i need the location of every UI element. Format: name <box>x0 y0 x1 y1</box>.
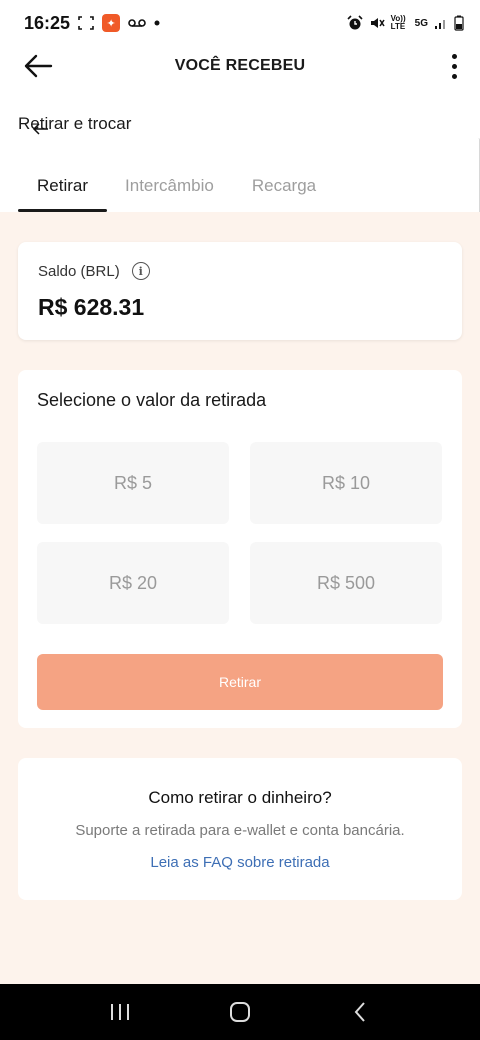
tab-bar: Retirar Intercâmbio Recarga <box>0 160 480 212</box>
page-title: VOCÊ RECEBEU <box>174 57 306 74</box>
amount-option-500[interactable]: R$ 500 <box>250 542 442 624</box>
status-bar: 16:25 ✦ Vo)) LTE 5G <box>0 0 480 46</box>
mute-icon <box>369 15 385 31</box>
volte-label: Vo)) LTE <box>390 14 406 31</box>
chevron-left-icon <box>354 1002 365 1022</box>
amount-option-20[interactable]: R$ 20 <box>37 542 229 624</box>
help-card: Como retirar o dinheiro? Suporte a retir… <box>18 758 462 900</box>
system-nav-bar <box>0 984 480 1040</box>
withdraw-title: Selecione o valor da retirada <box>37 390 267 410</box>
status-right: Vo)) LTE 5G <box>347 15 464 31</box>
voicemail-icon <box>128 18 146 28</box>
app-header: VOCÊ RECEBEU <box>0 46 480 86</box>
subheader: Retirar e trocar <box>18 110 131 138</box>
withdraw-card: Selecione o valor da retirada R$ 5 R$ 10… <box>18 370 462 728</box>
tab-intercambio[interactable]: Intercâmbio <box>125 160 214 212</box>
more-notifications-icon <box>154 20 160 26</box>
screenshot-icon <box>78 16 94 30</box>
more-dot-icon <box>451 73 457 79</box>
app-notification-icon: ✦ <box>102 14 121 32</box>
help-description: Suporte a retirada para e-wallet e conta… <box>75 822 405 839</box>
back-button[interactable] <box>20 50 56 82</box>
balance-label-row: Saldo (BRL) i <box>38 262 150 280</box>
more-dot-icon <box>451 53 457 59</box>
battery-icon <box>454 15 464 31</box>
tab-recarga[interactable]: Recarga <box>252 160 316 212</box>
tab-retirar[interactable]: Retirar <box>18 160 108 212</box>
balance-card: Saldo (BRL) i R$ 628.31 <box>18 242 462 340</box>
arrow-left-icon <box>24 54 53 78</box>
amount-option-5[interactable]: R$ 5 <box>37 442 229 524</box>
balance-label: Saldo (BRL) <box>38 262 120 280</box>
status-left: 16:25 ✦ <box>24 13 160 34</box>
signal-icon <box>434 16 448 30</box>
amount-option-10[interactable]: R$ 10 <box>250 442 442 524</box>
inner-back-icon[interactable] <box>32 122 50 136</box>
more-dot-icon <box>451 63 457 69</box>
alarm-icon <box>347 15 363 31</box>
help-title: Como retirar o dinheiro? <box>148 788 332 807</box>
network-label: 5G <box>414 17 428 29</box>
home-icon <box>230 1002 250 1022</box>
info-icon[interactable]: i <box>131 262 150 280</box>
system-back-button[interactable] <box>340 992 380 1032</box>
recent-apps-button[interactable] <box>100 992 140 1032</box>
faq-link[interactable]: Leia as FAQ sobre retirada <box>18 854 462 871</box>
recent-apps-icon <box>111 1004 129 1020</box>
main-content: Saldo (BRL) i R$ 628.31 Selecione o valo… <box>0 212 480 984</box>
balance-value: R$ 628.31 <box>38 294 145 320</box>
more-options-button[interactable] <box>444 50 464 82</box>
home-button[interactable] <box>220 992 260 1032</box>
withdraw-button[interactable]: Retirar <box>37 654 443 710</box>
status-time: 16:25 <box>24 12 71 33</box>
